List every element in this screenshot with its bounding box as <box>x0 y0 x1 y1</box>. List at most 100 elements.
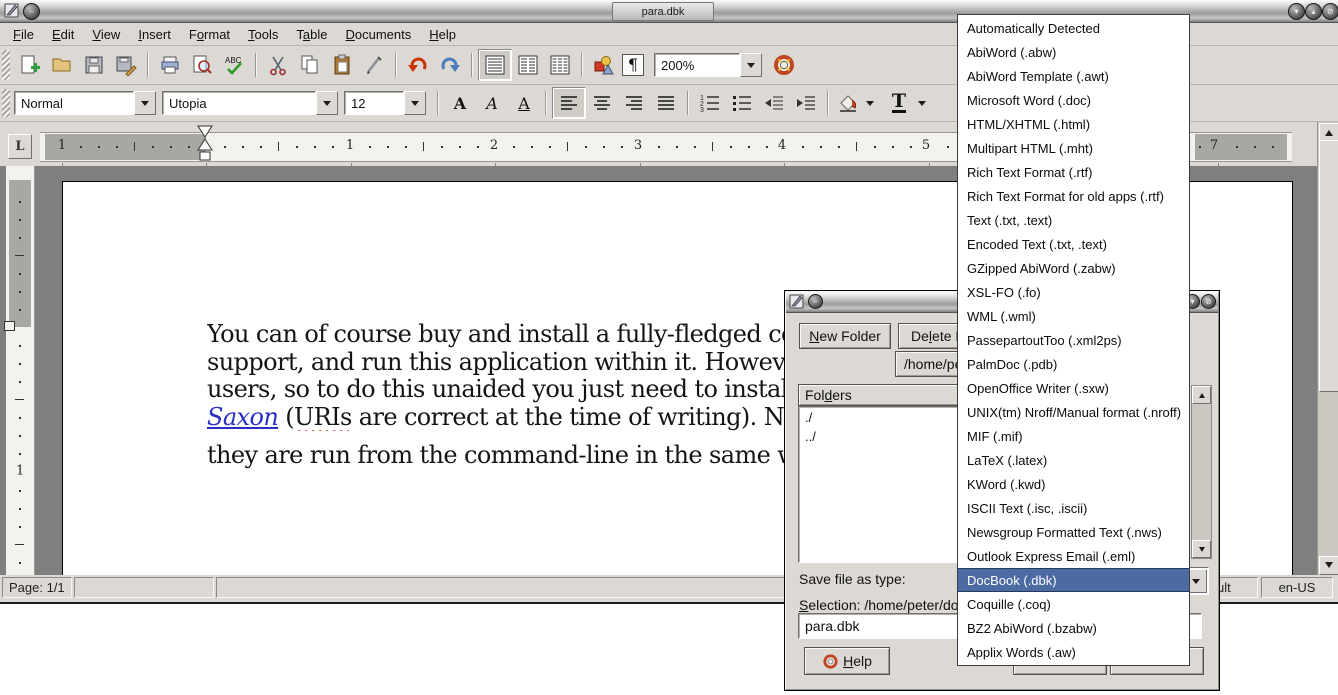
style-combo[interactable]: Normal <box>14 91 156 115</box>
file-type-option[interactable]: Multipart HTML (.mht) <box>958 136 1189 160</box>
file-type-option[interactable]: Newsgroup Formatted Text (.nws) <box>958 520 1189 544</box>
file-type-option[interactable]: DocBook (.dbk) <box>958 568 1189 592</box>
style-dropdown-button[interactable] <box>134 91 156 115</box>
close-button[interactable]: ⊘ <box>1201 294 1216 309</box>
menu-insert[interactable]: Insert <box>129 25 180 44</box>
three-columns-button[interactable] <box>544 50 576 80</box>
file-type-option[interactable]: XSL-FO (.fo) <box>958 280 1189 304</box>
open-button[interactable] <box>46 50 78 80</box>
file-type-option[interactable]: ISCII Text (.isc, .iscii) <box>958 496 1189 520</box>
file-type-option[interactable]: Outlook Express Email (.eml) <box>958 544 1189 568</box>
file-type-option[interactable]: BZ2 AbiWord (.bzabw) <box>958 616 1189 640</box>
save-button[interactable] <box>78 50 110 80</box>
font-size-value[interactable]: 12 <box>344 91 404 115</box>
help-button[interactable]: Help <box>804 647 890 675</box>
copy-button[interactable] <box>294 50 326 80</box>
underline-button[interactable]: A <box>508 88 540 118</box>
increase-indent-button[interactable] <box>790 88 822 118</box>
scroll-down-button[interactable] <box>1319 556 1338 575</box>
file-type-option[interactable]: HTML/XHTML (.html) <box>958 112 1189 136</box>
file-type-option[interactable]: Coquille (.coq) <box>958 592 1189 616</box>
italic-button[interactable]: A <box>476 88 508 118</box>
scroll-up-button[interactable] <box>1192 386 1211 404</box>
print-preview-button[interactable] <box>186 50 218 80</box>
file-type-option[interactable]: Rich Text Format for old apps (.rtf) <box>958 184 1189 208</box>
menu-documents[interactable]: Documents <box>337 25 421 44</box>
menu-edit[interactable]: Edit <box>43 25 83 44</box>
spell-check-button[interactable]: ABC <box>218 50 250 80</box>
menu-format[interactable]: Format <box>180 25 239 44</box>
font-value[interactable]: Utopia <box>162 91 316 115</box>
zoom-combo[interactable]: 200% <box>654 53 762 77</box>
decrease-indent-button[interactable] <box>758 88 790 118</box>
align-center-button[interactable] <box>586 88 618 118</box>
file-type-option[interactable]: AbiWord (.abw) <box>958 40 1189 64</box>
file-type-option[interactable]: Encoded Text (.txt, .text) <box>958 232 1189 256</box>
undo-button[interactable] <box>402 50 434 80</box>
language-indicator[interactable]: en-US <box>1261 577 1333 598</box>
font-size-dropdown-button[interactable] <box>404 91 426 115</box>
file-type-option[interactable]: KWord (.kwd) <box>958 472 1189 496</box>
new-folder-button[interactable]: New Folder <box>799 323 891 349</box>
indent-markers[interactable] <box>196 125 214 169</box>
zoom-value[interactable]: 200% <box>654 53 740 77</box>
vertical-ruler[interactable]: 1 <box>6 166 35 575</box>
scroll-down-button[interactable] <box>1192 540 1211 558</box>
format-painter-button[interactable] <box>358 50 390 80</box>
file-type-option[interactable]: WML (.wml) <box>958 304 1189 328</box>
help-button[interactable] <box>768 50 800 80</box>
window-menu-button[interactable]: – <box>23 3 40 20</box>
window-menu-button[interactable]: – <box>808 294 823 309</box>
file-type-option[interactable]: OpenOffice Writer (.sxw) <box>958 376 1189 400</box>
minimize-button[interactable]: ▾ <box>1288 3 1305 20</box>
close-button[interactable]: ⊘ <box>1322 3 1338 20</box>
menu-table[interactable]: Table <box>287 25 336 44</box>
highlight-color-button[interactable] <box>834 88 862 118</box>
bold-button[interactable]: A <box>444 88 476 118</box>
show-formatting-marks-button[interactable]: ¶ <box>620 50 646 80</box>
font-color-dropdown[interactable] <box>914 88 930 118</box>
menu-help[interactable]: Help <box>420 25 465 44</box>
file-type-option[interactable]: Rich Text Format (.rtf) <box>958 160 1189 184</box>
vertical-scrollbar[interactable] <box>1317 122 1338 575</box>
menu-file[interactable]: File <box>4 25 43 44</box>
font-dropdown-button[interactable] <box>316 91 338 115</box>
font-combo[interactable]: Utopia <box>162 91 338 115</box>
file-type-dropdown-menu[interactable]: Automatically DetectedAbiWord (.abw)AbiW… <box>957 14 1190 666</box>
file-type-option[interactable]: Automatically Detected <box>958 16 1189 40</box>
align-justify-button[interactable] <box>650 88 682 118</box>
align-left-button[interactable] <box>552 87 586 119</box>
save-as-button[interactable] <box>110 50 142 80</box>
font-color-button[interactable]: T <box>884 88 914 118</box>
file-type-option[interactable]: PassepartoutToo (.xml2ps) <box>958 328 1189 352</box>
file-type-option[interactable]: Microsoft Word (.doc) <box>958 88 1189 112</box>
file-type-option[interactable]: MIF (.mif) <box>958 424 1189 448</box>
bulleted-list-button[interactable] <box>726 88 758 118</box>
highlight-color-dropdown[interactable] <box>862 88 878 118</box>
file-type-option[interactable]: AbiWord Template (.awt) <box>958 64 1189 88</box>
file-type-option[interactable]: UNIX(tm) Nroff/Manual format (.nroff) <box>958 400 1189 424</box>
toolbar-handle[interactable] <box>2 89 10 118</box>
print-button[interactable] <box>154 50 186 80</box>
scrollbar-thumb[interactable] <box>1319 140 1338 392</box>
one-column-button[interactable] <box>478 49 512 81</box>
maximize-button[interactable]: ▴ <box>1305 3 1322 20</box>
toolbar-handle[interactable] <box>2 50 10 80</box>
cut-button[interactable] <box>262 50 294 80</box>
file-type-option[interactable]: Applix Words (.aw) <box>958 640 1189 664</box>
file-type-option[interactable]: GZipped AbiWord (.zabw) <box>958 256 1189 280</box>
two-columns-button[interactable] <box>512 50 544 80</box>
paste-button[interactable] <box>326 50 358 80</box>
file-type-option[interactable]: Text (.txt, .text) <box>958 208 1189 232</box>
redo-button[interactable] <box>434 50 466 80</box>
menu-view[interactable]: View <box>83 25 129 44</box>
hyperlink[interactable]: Saxon <box>207 404 278 431</box>
zoom-dropdown-button[interactable] <box>740 53 762 77</box>
menu-tools[interactable]: Tools <box>239 25 287 44</box>
margin-marker[interactable] <box>4 321 15 331</box>
files-list-scrollbar[interactable] <box>1191 385 1212 559</box>
font-size-combo[interactable]: 12 <box>344 91 426 115</box>
insert-image-button[interactable] <box>588 50 620 80</box>
tab-stop-selector[interactable]: L <box>8 134 32 159</box>
file-type-option[interactable]: LaTeX (.latex) <box>958 448 1189 472</box>
